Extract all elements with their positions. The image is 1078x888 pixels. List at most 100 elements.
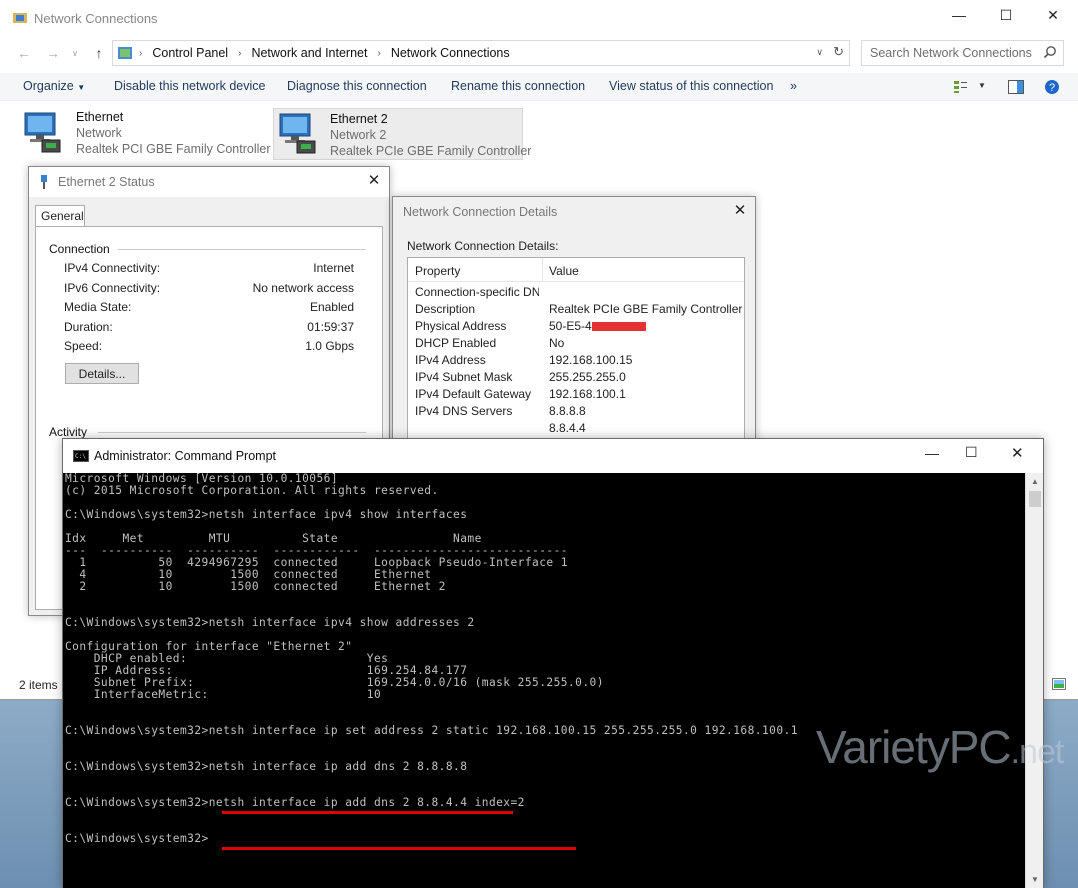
cmd-titlebar: C:\ Administrator: Command Prompt — ☐ ✕ <box>63 439 1043 473</box>
network-item-adapter: Realtek PCIe GBE Family Controller <box>330 144 531 158</box>
console-line: C:\Windows\system32>netsh interface ipv4… <box>65 617 475 629</box>
large-icons-view-icon[interactable] <box>1052 678 1066 690</box>
list-item[interactable]: Physical Address 50-E5-4 <box>408 318 744 335</box>
status-dialog-title: Ethernet 2 Status <box>58 175 155 189</box>
svg-text:C:\: C:\ <box>75 453 86 460</box>
listview-header: Property Value <box>408 258 744 282</box>
console-line: C:\Windows\system32> <box>65 833 209 845</box>
scroll-thumb[interactable] <box>1029 491 1041 507</box>
command-bar: Organize ▼ Disable this network device D… <box>0 73 1078 101</box>
highlight-underline <box>222 847 576 850</box>
view-dropdown-icon[interactable]: ▼ <box>978 81 986 90</box>
list-item[interactable]: Description Realtek PCIe GBE Family Cont… <box>408 301 744 318</box>
control-panel-icon <box>117 45 133 61</box>
item-count: 2 items <box>19 678 58 692</box>
preview-pane-icon[interactable] <box>1008 80 1024 94</box>
column-header-property[interactable]: Property <box>415 264 460 278</box>
rename-button[interactable]: Rename this connection <box>451 79 585 93</box>
cmd-minimize-button[interactable]: — <box>925 445 939 461</box>
status-dialog-titlebar: Ethernet 2 Status ✕ <box>29 167 389 197</box>
scroll-up-icon[interactable]: ▲ <box>1030 477 1040 487</box>
list-item[interactable]: IPv4 DNS Servers 8.8.8.8 <box>408 403 744 420</box>
console-line: C:\Windows\system32>netsh interface ip a… <box>65 797 525 809</box>
network-item-adapter: Realtek PCI GBE Family Controller <box>76 142 271 156</box>
forward-arrow-icon[interactable]: → <box>42 43 64 63</box>
divider <box>98 432 366 433</box>
vertical-scrollbar[interactable]: ▲ ▼ <box>1025 473 1043 888</box>
console-line: 2 10 1500 connected Ethernet 2 <box>65 581 446 593</box>
details-dialog-title: Network Connection Details <box>403 205 557 219</box>
divider <box>118 249 366 250</box>
redaction-bar <box>592 322 646 331</box>
address-dropdown-icon[interactable]: ∨ <box>816 47 823 58</box>
search-placeholder: Search Network Connections <box>870 46 1032 60</box>
address-bar-row: ← → ∨ ↑ › Control Panel › Network and In… <box>0 38 1078 68</box>
console-line: (c) 2015 Microsoft Corporation. All righ… <box>65 485 439 497</box>
details-dialog-titlebar: Network Connection Details ✕ <box>393 197 755 227</box>
list-item[interactable]: DHCP Enabled No <box>408 335 744 352</box>
details-listview[interactable]: Property Value Connection-specific DN...… <box>407 257 745 447</box>
disable-device-button[interactable]: Disable this network device <box>114 79 265 93</box>
refresh-icon[interactable]: ↻ <box>833 44 844 60</box>
organize-chevron-icon: ▼ <box>77 83 85 92</box>
recent-chevron-icon[interactable]: ∨ <box>64 43 86 63</box>
ethernet-adapter-icon <box>277 111 323 157</box>
breadcrumb-control-panel[interactable]: Control Panel <box>152 46 228 60</box>
list-item[interactable]: IPv4 Address 192.168.100.15 <box>408 352 744 369</box>
breadcrumb-network-and-internet[interactable]: Network and Internet <box>251 46 367 60</box>
minimize-button[interactable]: — <box>936 0 982 30</box>
diagnose-button[interactable]: Diagnose this connection <box>287 79 427 93</box>
ethernet-adapter-icon <box>22 110 68 156</box>
breadcrumb-network-connections[interactable]: Network Connections <box>391 46 510 60</box>
explorer-titlebar: Network Connections — ☐ ✕ <box>0 0 1078 36</box>
status-dialog-close-button[interactable]: ✕ <box>359 169 389 193</box>
breadcrumb-separator-icon: › <box>139 48 142 59</box>
search-icon[interactable] <box>1043 45 1057 59</box>
details-button[interactable]: Details... <box>65 363 139 384</box>
network-item-ethernet[interactable]: Ethernet Network Realtek PCI GBE Family … <box>22 108 262 160</box>
tab-general[interactable]: General <box>35 205 85 227</box>
network-folder-icon <box>12 10 28 26</box>
details-label: Network Connection Details: <box>407 239 558 253</box>
maximize-button[interactable]: ☐ <box>983 0 1029 30</box>
window-title: Network Connections <box>34 11 158 26</box>
network-item-ethernet-2[interactable]: Ethernet 2 Network 2 Realtek PCIe GBE Fa… <box>273 108 523 160</box>
network-item-status: Network <box>76 126 122 140</box>
list-item[interactable]: 8.8.4.4 <box>408 420 744 437</box>
organize-button[interactable]: Organize ▼ <box>23 79 85 93</box>
breadcrumb-separator-icon: › <box>377 48 380 59</box>
view-status-button[interactable]: View status of this connection <box>609 79 773 93</box>
activity-group-label: Activity <box>49 425 87 439</box>
console-output[interactable]: Microsoft Windows [Version 10.0.10056](c… <box>63 473 1025 888</box>
breadcrumb-separator-icon: › <box>238 48 241 59</box>
network-item-status: Network 2 <box>330 128 386 142</box>
network-connection-details-dialog: Network Connection Details ✕ Network Con… <box>392 196 756 446</box>
connection-group-label: Connection <box>49 242 110 256</box>
list-item[interactable]: IPv4 Subnet Mask 255.255.255.0 <box>408 369 744 386</box>
cmd-title: Administrator: Command Prompt <box>94 449 276 463</box>
up-arrow-icon[interactable]: ↑ <box>88 43 110 63</box>
list-item[interactable]: IPv4 Default Gateway 192.168.100.1 <box>408 386 744 403</box>
network-item-name: Ethernet 2 <box>330 112 388 126</box>
command-prompt-window: C:\ Administrator: Command Prompt — ☐ ✕ … <box>62 438 1044 888</box>
help-icon[interactable]: ? <box>1044 79 1060 95</box>
details-dialog-close-button[interactable]: ✕ <box>725 199 755 223</box>
scroll-down-icon[interactable]: ▼ <box>1030 875 1040 885</box>
view-options-icon[interactable] <box>953 80 969 94</box>
console-line: InterfaceMetric: 10 <box>65 689 381 701</box>
more-commands-button[interactable]: » <box>790 79 797 93</box>
console-line: C:\Windows\system32>netsh interface ipv4… <box>65 509 467 521</box>
search-input[interactable]: Search Network Connections <box>861 40 1064 66</box>
list-item[interactable]: Connection-specific DN... <box>408 284 744 301</box>
console-line: C:\Windows\system32>netsh interface ip s… <box>65 725 798 737</box>
close-button[interactable]: ✕ <box>1030 0 1076 30</box>
cmd-close-button[interactable]: ✕ <box>1011 444 1024 462</box>
cmd-maximize-button[interactable]: ☐ <box>965 444 978 461</box>
physical-address-value: 50-E5-4 <box>549 319 592 333</box>
back-arrow-icon[interactable]: ← <box>13 43 35 63</box>
network-item-name: Ethernet <box>76 110 123 124</box>
highlight-underline <box>222 811 513 814</box>
console-line: C:\Windows\system32>netsh interface ip a… <box>65 761 467 773</box>
address-box[interactable]: › Control Panel › Network and Internet ›… <box>112 40 850 66</box>
column-header-value[interactable]: Value <box>549 264 579 278</box>
